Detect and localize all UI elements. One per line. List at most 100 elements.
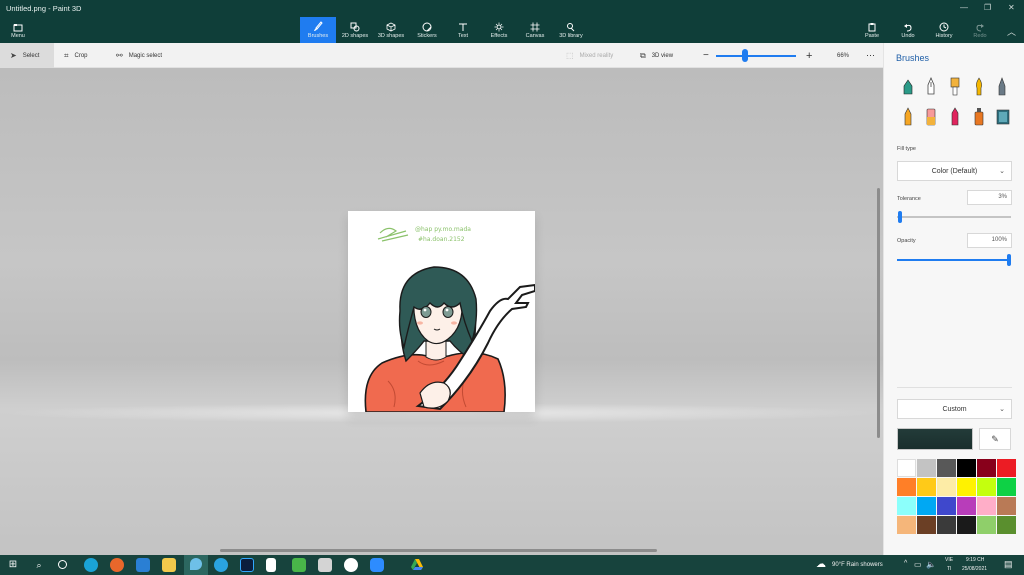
tab-text[interactable]: Text <box>445 17 481 43</box>
spray-can-icon[interactable] <box>972 106 986 126</box>
opacity-input[interactable]: 100% <box>967 233 1012 248</box>
search-icon[interactable]: ⌕ <box>32 558 46 572</box>
minimize-button[interactable]: — <box>960 3 968 12</box>
palette-swatch[interactable] <box>917 459 936 477</box>
mixed-reality-button[interactable]: ⬚ Mixed reality <box>566 43 613 68</box>
edge-icon[interactable] <box>84 558 98 572</box>
palette-swatch[interactable] <box>977 497 996 515</box>
opacity-slider[interactable] <box>897 259 1011 261</box>
palette-swatch[interactable] <box>937 497 956 515</box>
palette-swatch[interactable] <box>957 478 976 496</box>
history-button[interactable]: History <box>926 17 962 43</box>
oil-brush-icon[interactable] <box>948 76 962 96</box>
palette-swatch[interactable] <box>997 497 1016 515</box>
palette-swatch[interactable] <box>997 459 1016 477</box>
pencil-icon[interactable] <box>901 106 915 126</box>
photoshop-icon[interactable] <box>240 558 254 572</box>
palette-swatch[interactable] <box>997 478 1016 496</box>
palette-swatch[interactable] <box>917 478 936 496</box>
paste-button[interactable]: Paste <box>854 17 890 43</box>
palette-swatch[interactable] <box>957 516 976 534</box>
language-line2[interactable]: TI <box>947 566 951 572</box>
fill-type-dropdown[interactable]: Color (Default) ⌄ <box>897 161 1012 181</box>
volume-icon[interactable]: 🔈 <box>926 560 936 569</box>
zoom-out-button[interactable]: − <box>703 43 709 68</box>
palette-swatch[interactable] <box>997 516 1016 534</box>
canvas-artboard[interactable]: @hap py.mo.mada #ha.doan.2152 <box>348 211 535 412</box>
palette-swatch[interactable] <box>917 497 936 515</box>
more-options-button[interactable]: ⋯ <box>866 43 875 68</box>
fill-bucket-icon[interactable] <box>995 106 1011 126</box>
tab-stickers[interactable]: Stickers <box>409 17 445 43</box>
clock-date[interactable]: 25/08/2021 <box>962 566 987 572</box>
watercolor-icon[interactable] <box>972 76 986 96</box>
tab-brushes[interactable]: Brushes <box>300 17 336 43</box>
network-icon[interactable]: ▭ <box>914 560 922 569</box>
zoom-icon[interactable] <box>370 558 384 572</box>
windows-start-icon[interactable]: ⊞ <box>6 558 20 572</box>
palette-swatch[interactable] <box>957 459 976 477</box>
zoom-in-button[interactable]: + <box>806 43 812 68</box>
calligraphy-pen-icon[interactable] <box>924 76 938 96</box>
select-button[interactable]: ➤ Select <box>0 43 54 68</box>
marker-icon[interactable] <box>901 76 915 96</box>
palette-swatch[interactable] <box>937 516 956 534</box>
zoom-slider-thumb[interactable] <box>742 49 748 62</box>
weather-icon[interactable]: ☁ <box>816 558 830 572</box>
collapse-ribbon-icon[interactable]: ︿ <box>1007 25 1016 38</box>
eraser-icon[interactable] <box>924 106 938 126</box>
palette-swatch[interactable] <box>897 459 916 477</box>
camtasia-icon[interactable] <box>292 558 306 572</box>
view-3d-button[interactable]: ⧉ 3D view <box>640 43 673 68</box>
tray-chevron-icon[interactable]: ^ <box>904 560 907 567</box>
redo-button[interactable]: Redo <box>962 17 998 43</box>
chrome-icon[interactable] <box>344 558 358 572</box>
crayon-icon[interactable] <box>948 106 962 126</box>
file-explorer-icon[interactable] <box>162 558 176 572</box>
current-color-swatch[interactable] <box>897 428 973 450</box>
crop-button[interactable]: ⌗ Crop <box>64 43 88 68</box>
palette-swatch[interactable] <box>917 516 936 534</box>
workspace[interactable]: @hap py.mo.mada #ha.doan.2152 <box>0 68 883 555</box>
palette-swatch[interactable] <box>977 516 996 534</box>
pixel-pen-icon[interactable] <box>995 76 1009 96</box>
magic-select-button[interactable]: ⚯ Magic select <box>116 43 162 68</box>
notifications-icon[interactable]: ▤ <box>1004 559 1013 570</box>
tolerance-slider-thumb[interactable] <box>898 211 903 223</box>
palette-swatch[interactable] <box>957 497 976 515</box>
undo-button[interactable]: Undo <box>890 17 926 43</box>
tab-effects[interactable]: Effects <box>481 17 517 43</box>
palette-swatch[interactable] <box>897 478 916 496</box>
vertical-scrollbar[interactable] <box>877 188 880 438</box>
palette-swatch[interactable] <box>897 497 916 515</box>
google-drive-icon[interactable] <box>410 558 424 572</box>
document-icon[interactable] <box>266 558 276 572</box>
tab-3d-library[interactable]: 3D library <box>553 17 589 43</box>
zoom-slider-track[interactable] <box>716 55 796 57</box>
horizontal-scrollbar[interactable] <box>220 549 657 552</box>
palette-swatch[interactable] <box>937 478 956 496</box>
zoom-percent[interactable]: 66% <box>837 43 849 68</box>
opacity-slider-thumb[interactable] <box>1007 254 1011 266</box>
eyedropper-icon[interactable]: ✎ <box>979 428 1011 450</box>
language-line1[interactable]: VIE <box>945 557 953 563</box>
palette-swatch[interactable] <box>937 459 956 477</box>
mail-icon[interactable] <box>136 558 150 572</box>
palette-swatch[interactable] <box>977 459 996 477</box>
telegram-icon[interactable] <box>214 558 228 572</box>
restore-button[interactable]: ❐ <box>984 3 991 12</box>
firefox-icon[interactable] <box>110 558 124 572</box>
close-button[interactable]: ✕ <box>1008 3 1015 12</box>
tab-2d-shapes[interactable]: 2D shapes <box>337 17 373 43</box>
tab-3d-shapes[interactable]: 3D shapes <box>373 17 409 43</box>
tolerance-slider[interactable] <box>897 216 1011 218</box>
clock-time[interactable]: 9:19 CH <box>966 557 984 563</box>
tolerance-input[interactable]: 3% <box>967 190 1012 205</box>
menu-button[interactable]: Menu <box>0 17 36 43</box>
paint3d-taskbar-item[interactable] <box>184 555 208 575</box>
app-icon[interactable] <box>318 558 332 572</box>
color-mode-dropdown[interactable]: Custom ⌄ <box>897 399 1012 419</box>
palette-swatch[interactable] <box>977 478 996 496</box>
tab-canvas[interactable]: Canvas <box>517 17 553 43</box>
palette-swatch[interactable] <box>897 516 916 534</box>
